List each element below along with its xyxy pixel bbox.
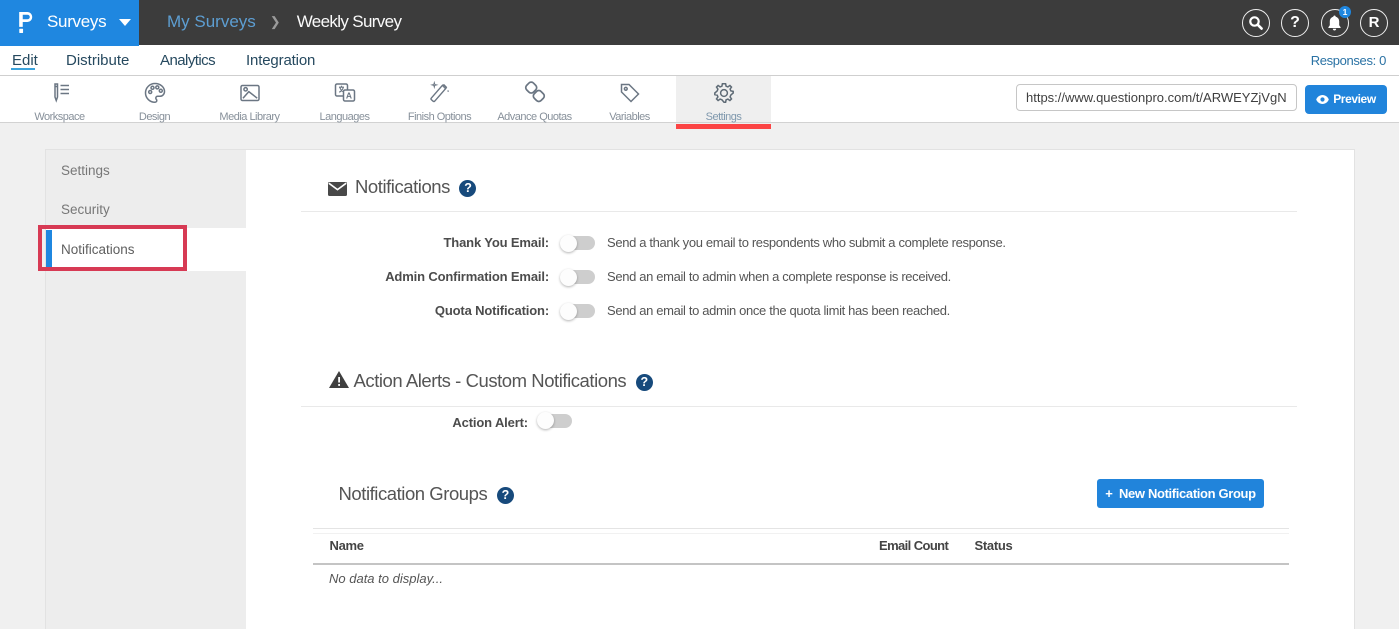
svg-text:A: A — [345, 91, 351, 101]
